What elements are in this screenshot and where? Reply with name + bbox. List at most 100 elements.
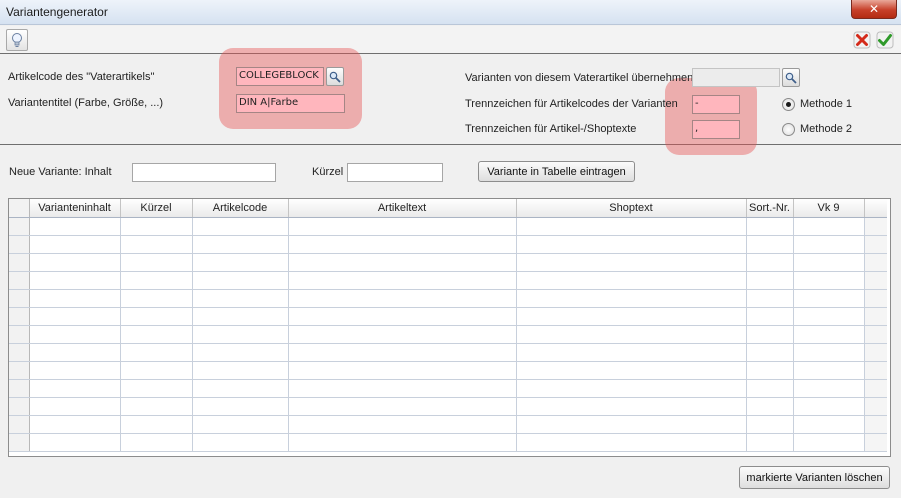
table-cell[interactable] <box>120 235 193 254</box>
table-cell[interactable] <box>192 271 289 290</box>
markierte-varianten-loeschen-button[interactable]: markierte Varianten löschen <box>739 466 890 489</box>
row-header-cell[interactable] <box>9 253 30 272</box>
table-cell[interactable] <box>120 433 193 452</box>
table-cell[interactable] <box>288 325 517 344</box>
table-cell[interactable] <box>120 397 193 416</box>
table-cell[interactable] <box>746 433 794 452</box>
table-cell[interactable] <box>516 361 747 380</box>
table-cell[interactable] <box>746 271 794 290</box>
table-cell[interactable] <box>864 253 887 272</box>
table-row[interactable] <box>9 289 887 308</box>
row-header-cell[interactable] <box>9 217 30 236</box>
table-row[interactable] <box>9 271 887 290</box>
methode2-label[interactable]: Methode 2 <box>800 123 852 135</box>
table-row[interactable] <box>9 217 887 236</box>
table-cell[interactable] <box>516 325 747 344</box>
table-cell[interactable] <box>746 397 794 416</box>
table-row[interactable] <box>9 379 887 398</box>
table-cell[interactable] <box>192 253 289 272</box>
artikelcode-search-button[interactable] <box>326 67 344 86</box>
table-cell[interactable] <box>192 289 289 308</box>
table-cell[interactable] <box>793 379 865 398</box>
table-cell[interactable] <box>288 253 517 272</box>
table-cell[interactable] <box>793 325 865 344</box>
window-close-button[interactable]: ✕ <box>851 0 897 19</box>
variants-table[interactable]: Varianteninhalt Kürzel Artikelcode Artik… <box>8 198 891 457</box>
table-row[interactable] <box>9 325 887 344</box>
table-row[interactable] <box>9 343 887 362</box>
table-row[interactable] <box>9 397 887 416</box>
table-cell[interactable] <box>516 217 747 236</box>
table-cell[interactable] <box>793 343 865 362</box>
table-cell[interactable] <box>864 289 887 308</box>
table-cell[interactable] <box>864 397 887 416</box>
table-cell[interactable] <box>516 307 747 326</box>
column-header[interactable]: Shoptext <box>516 199 747 218</box>
table-cell[interactable] <box>192 433 289 452</box>
table-cell[interactable] <box>29 253 121 272</box>
table-cell[interactable] <box>120 379 193 398</box>
row-header-cell[interactable] <box>9 379 30 398</box>
cancel-button[interactable] <box>851 29 873 51</box>
table-cell[interactable] <box>288 379 517 398</box>
row-header-cell[interactable] <box>9 343 30 362</box>
table-cell[interactable] <box>516 397 747 416</box>
table-cell[interactable] <box>120 271 193 290</box>
table-cell[interactable] <box>29 397 121 416</box>
table-cell[interactable] <box>864 343 887 362</box>
kuerzel-input[interactable] <box>347 163 443 182</box>
table-row[interactable] <box>9 253 887 272</box>
table-cell[interactable] <box>29 433 121 452</box>
table-cell[interactable] <box>746 343 794 362</box>
table-row[interactable] <box>9 235 887 254</box>
table-cell[interactable] <box>793 289 865 308</box>
table-cell[interactable] <box>746 379 794 398</box>
table-cell[interactable] <box>793 271 865 290</box>
variante-eintragen-button[interactable]: Variante in Tabelle eintragen <box>478 161 635 182</box>
table-cell[interactable] <box>288 271 517 290</box>
trenn-texte-input[interactable]: , <box>692 120 740 139</box>
table-cell[interactable] <box>120 307 193 326</box>
table-cell[interactable] <box>29 325 121 344</box>
row-header-cell[interactable] <box>9 307 30 326</box>
table-cell[interactable] <box>120 361 193 380</box>
table-cell[interactable] <box>864 361 887 380</box>
methode1-label[interactable]: Methode 1 <box>800 98 852 110</box>
table-cell[interactable] <box>288 415 517 434</box>
table-cell[interactable] <box>288 361 517 380</box>
table-cell[interactable] <box>288 217 517 236</box>
table-cell[interactable] <box>120 343 193 362</box>
table-row[interactable] <box>9 307 887 326</box>
trenn-codes-input[interactable]: - <box>692 95 740 114</box>
table-cell[interactable] <box>192 343 289 362</box>
table-cell[interactable] <box>29 415 121 434</box>
table-cell[interactable] <box>120 289 193 308</box>
table-cell[interactable] <box>192 307 289 326</box>
row-header-cell[interactable] <box>9 361 30 380</box>
row-header-cell[interactable] <box>9 415 30 434</box>
table-cell[interactable] <box>29 235 121 254</box>
table-cell[interactable] <box>864 379 887 398</box>
table-cell[interactable] <box>746 235 794 254</box>
table-cell[interactable] <box>746 361 794 380</box>
table-cell[interactable] <box>516 433 747 452</box>
row-header-cell[interactable] <box>9 397 30 416</box>
row-header-cell[interactable] <box>9 289 30 308</box>
table-cell[interactable] <box>29 379 121 398</box>
table-cell[interactable] <box>864 415 887 434</box>
variantentitel-input[interactable]: DIN A|Farbe <box>236 94 345 113</box>
table-cell[interactable] <box>793 235 865 254</box>
table-cell[interactable] <box>864 307 887 326</box>
uebernehmen-search-button[interactable] <box>782 68 800 87</box>
column-header[interactable]: Vk 9 <box>793 199 865 218</box>
table-cell[interactable] <box>288 307 517 326</box>
table-cell[interactable] <box>864 271 887 290</box>
table-cell[interactable] <box>192 361 289 380</box>
table-cell[interactable] <box>288 433 517 452</box>
table-cell[interactable] <box>192 325 289 344</box>
table-cell[interactable] <box>746 415 794 434</box>
table-cell[interactable] <box>793 415 865 434</box>
table-cell[interactable] <box>120 217 193 236</box>
table-cell[interactable] <box>864 235 887 254</box>
column-header[interactable]: Artikeltext <box>288 199 517 218</box>
